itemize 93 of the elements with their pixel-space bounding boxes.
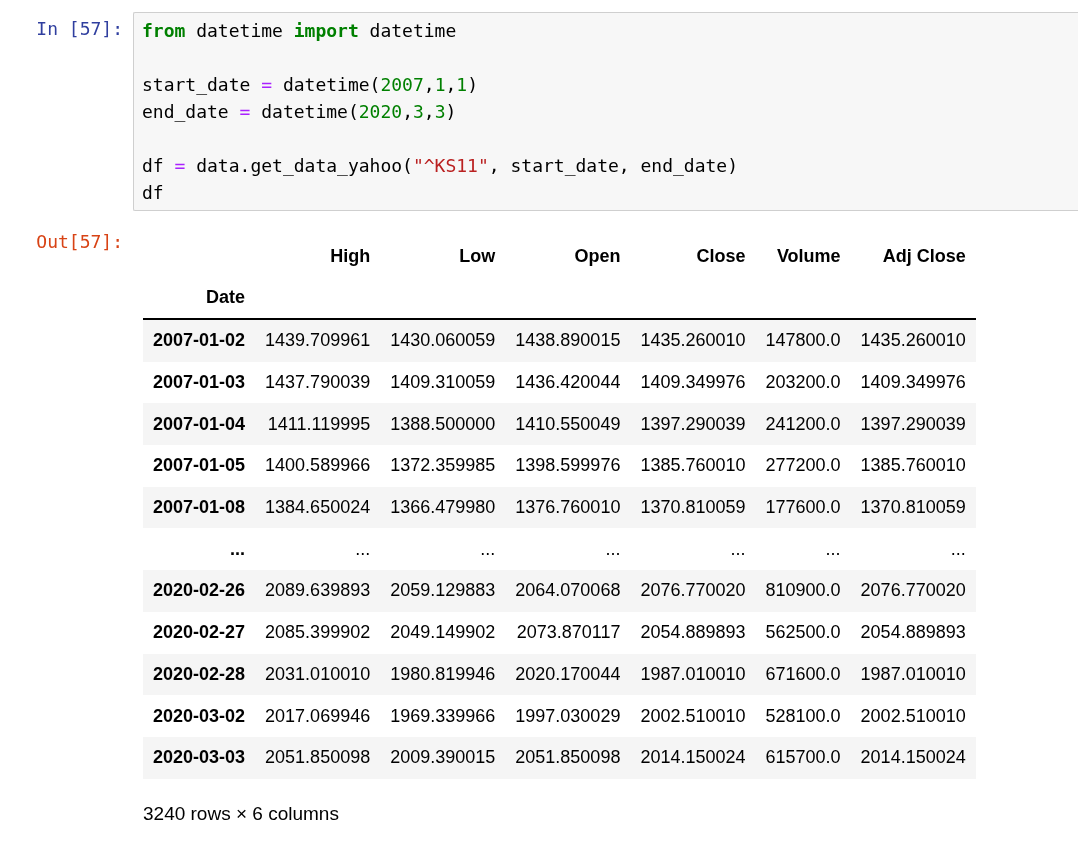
table-cell: 1409.349976 xyxy=(630,361,756,404)
row-index: 2020-02-27 xyxy=(143,611,256,654)
column-header: Open xyxy=(573,245,622,268)
table-cell: 1409.349976 xyxy=(850,361,976,404)
table-cell: 1372.359985 xyxy=(380,445,506,487)
table-summary: 3240 rows × 6 columns xyxy=(143,801,340,825)
table-cell: 1385.760010 xyxy=(630,445,756,487)
row-index: 2007-01-02 xyxy=(143,319,256,362)
column-header: Low xyxy=(458,245,497,268)
column-header: Volume xyxy=(775,245,842,268)
table-cell: 2051.850098 xyxy=(505,736,631,779)
table-cell: 1366.479980 xyxy=(380,486,506,529)
table-cell: ... xyxy=(505,528,631,571)
table-cell: 2017.069946 xyxy=(255,695,381,737)
table-cell: ... xyxy=(380,528,506,571)
table-cell: 810900.0 xyxy=(755,570,851,612)
table-cell: 177600.0 xyxy=(755,486,851,529)
table-cell: 1400.589966 xyxy=(255,445,381,487)
table-cell: 2076.770020 xyxy=(630,570,756,612)
table-cell: 2002.510010 xyxy=(630,695,756,737)
column-header: High xyxy=(329,245,372,268)
output-prompt: Out[57]: xyxy=(35,230,124,252)
row-index: 2007-01-08 xyxy=(143,486,256,529)
table-cell: ... xyxy=(850,528,976,571)
table-cell: 203200.0 xyxy=(755,361,851,404)
code-line: start_date = datetime(2007,1,1) xyxy=(142,73,479,97)
table-cell: 2076.770020 xyxy=(850,570,976,612)
column-header: Adj Close xyxy=(881,245,967,268)
row-index: 2020-02-26 xyxy=(143,570,256,612)
row-index: 2007-01-03 xyxy=(143,361,256,404)
row-index: 2020-02-28 xyxy=(143,653,256,696)
table-cell: 2049.149902 xyxy=(380,611,506,654)
table-cell: 2002.510010 xyxy=(850,695,976,737)
table-cell: 562500.0 xyxy=(755,611,851,654)
table-cell: 1388.500000 xyxy=(380,403,506,446)
table-cell: 1384.650024 xyxy=(255,486,381,529)
code-line: df = data.get_data_yahoo("^KS11", start_date, end_date) xyxy=(142,154,740,178)
table-cell: 1436.420044 xyxy=(505,361,631,404)
table-cell: 1397.290039 xyxy=(630,403,756,446)
table-cell: 2064.070068 xyxy=(505,570,631,612)
table-cell: 2031.010010 xyxy=(255,653,381,696)
table-cell: 1409.310059 xyxy=(380,361,506,404)
table-cell: 2054.889893 xyxy=(850,611,976,654)
table-cell: 1435.260010 xyxy=(850,319,976,362)
table-cell: 2054.889893 xyxy=(630,611,756,654)
table-cell: 615700.0 xyxy=(755,736,851,779)
table-cell: 1987.010010 xyxy=(850,653,976,696)
table-cell: 1410.550049 xyxy=(505,403,631,446)
row-index: 2007-01-04 xyxy=(143,403,256,446)
table-cell: ... xyxy=(630,528,756,571)
code-line: from datetime import datetime xyxy=(142,19,458,43)
table-cell: 1435.260010 xyxy=(630,319,756,362)
table-cell: 147800.0 xyxy=(755,319,851,362)
table-cell: 2073.870117 xyxy=(505,611,631,654)
table-cell: 241200.0 xyxy=(755,403,851,446)
table-cell: 1397.290039 xyxy=(850,403,976,446)
table-cell: 2014.150024 xyxy=(850,736,976,779)
index-header: Date xyxy=(143,277,256,319)
table-cell: 2085.399902 xyxy=(255,611,381,654)
table-cell: 2059.129883 xyxy=(380,570,506,612)
table-cell: 671600.0 xyxy=(755,653,851,696)
row-index: 2007-01-05 xyxy=(143,445,256,487)
row-index: 2020-03-02 xyxy=(143,695,256,737)
table-cell: 1437.790039 xyxy=(255,361,381,404)
table-cell: 1385.760010 xyxy=(850,445,976,487)
input-prompt: In [57]: xyxy=(35,17,124,39)
table-cell: ... xyxy=(755,528,851,571)
table-cell: 2089.639893 xyxy=(255,570,381,612)
table-cell: 2014.150024 xyxy=(630,736,756,779)
row-index: ... xyxy=(143,528,256,571)
table-cell: ... xyxy=(255,528,381,571)
table-cell: 1987.010010 xyxy=(630,653,756,696)
table-cell: 1438.890015 xyxy=(505,319,631,362)
row-index: 2020-03-03 xyxy=(143,736,256,779)
table-cell: 528100.0 xyxy=(755,695,851,737)
table-cell: 2020.170044 xyxy=(505,653,631,696)
code-editor[interactable]: from datetime import datetime start_date = datetime(2007,1,1) end_date = datetime(2020,3,3) df = data.get_data_yahoo("^KS11", start_date, end_date) df xyxy=(133,12,1078,211)
table-cell: 1430.060059 xyxy=(380,319,506,362)
table-cell: 277200.0 xyxy=(755,445,851,487)
table-cell: 2051.850098 xyxy=(255,736,381,779)
table-cell: 1439.709961 xyxy=(255,319,381,362)
table-cell: 1370.810059 xyxy=(630,486,756,529)
table-cell: 1411.119995 xyxy=(255,403,381,446)
table-cell: 1969.339966 xyxy=(380,695,506,737)
code-line: df xyxy=(142,181,165,205)
table-cell: 1398.599976 xyxy=(505,445,631,487)
table-cell: 1997.030029 xyxy=(505,695,631,737)
table-cell: 2009.390015 xyxy=(380,736,506,779)
column-header: Close xyxy=(695,245,747,268)
table-cell: 1376.760010 xyxy=(505,486,631,529)
table-cell: 1370.810059 xyxy=(850,486,976,529)
table-cell: 1980.819946 xyxy=(380,653,506,696)
code-line: end_date = datetime(2020,3,3) xyxy=(142,100,458,124)
